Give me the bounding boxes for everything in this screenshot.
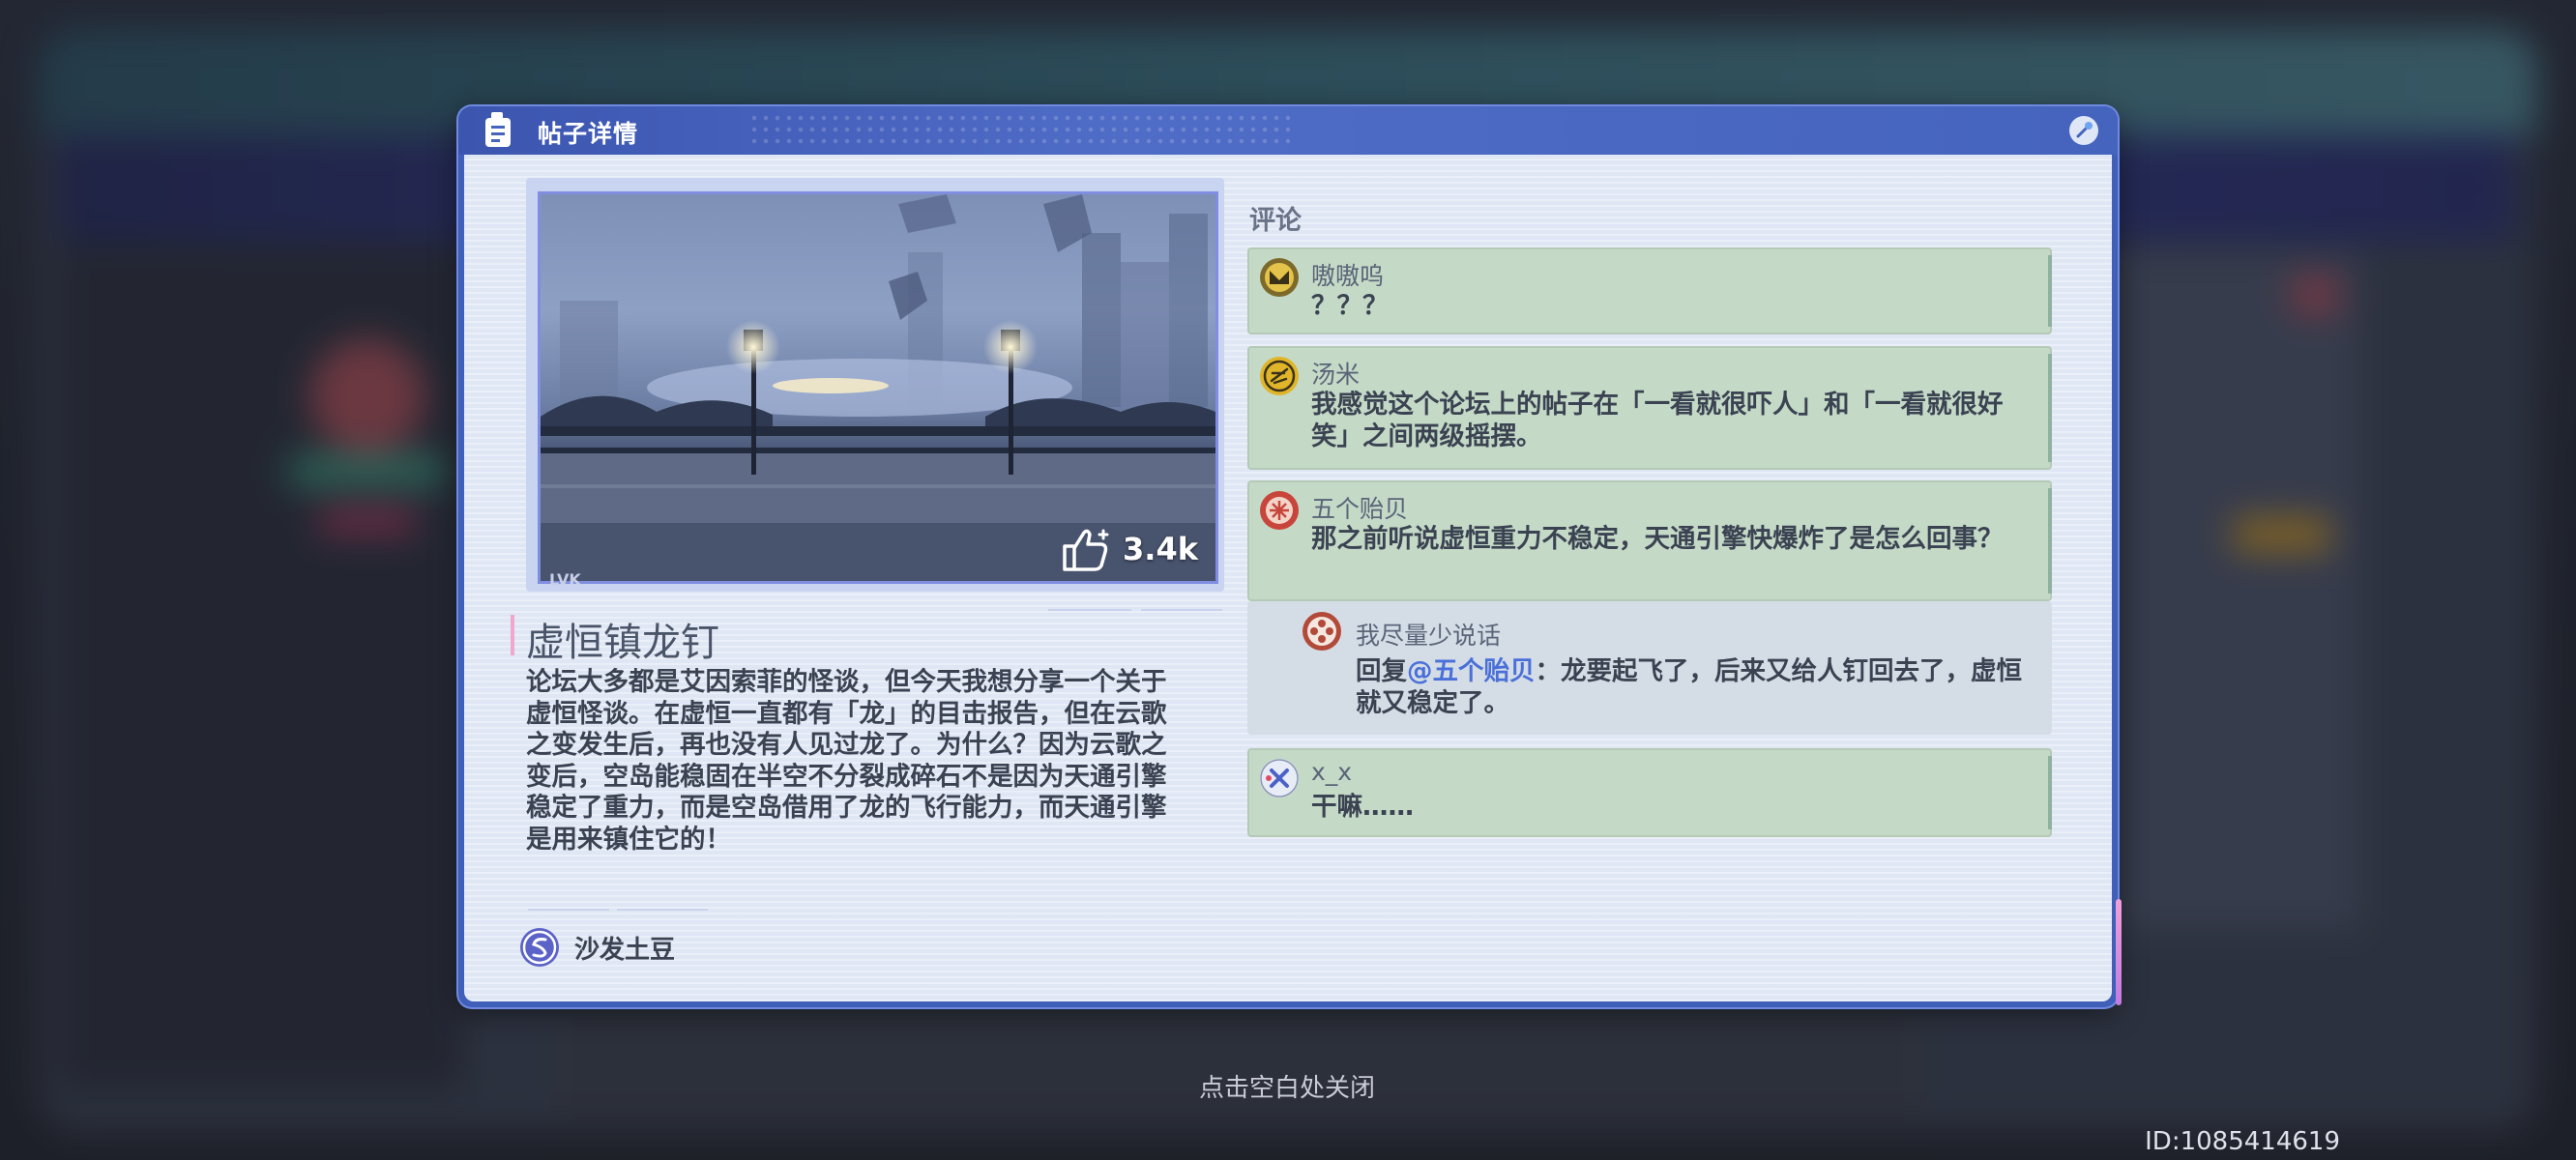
comment-username[interactable]: 汤米 <box>1311 356 1360 391</box>
like-count: 3.4k <box>1123 531 1198 567</box>
thumbs-up-icon[interactable] <box>1061 527 1113 571</box>
comment-avatar[interactable] <box>1259 356 1300 396</box>
comment-text: 那之前听说虚恒重力不稳定，天通引擎快爆炸了是怎么回事？ <box>1311 524 2004 554</box>
comment-username[interactable]: 嗷嗷呜 <box>1311 257 1384 292</box>
post-author[interactable]: 沙发土豆 <box>518 926 675 969</box>
post-title: 虚恒镇龙钉 <box>526 621 719 665</box>
author-avatar[interactable] <box>518 926 561 969</box>
comment-avatar[interactable] <box>1259 758 1300 798</box>
reply-avatar[interactable] <box>1302 611 1342 652</box>
comment-text: ？？？ <box>1311 291 1389 321</box>
comment-username[interactable]: 五个贻贝 <box>1311 490 1408 525</box>
image-tag: LVK <box>549 570 581 589</box>
comment-text: 干嘛…… <box>1311 792 1414 822</box>
close-hint: 点击空白处关闭 <box>1199 1074 1376 1103</box>
reply-username[interactable]: 我尽量少说话 <box>1356 617 1501 652</box>
post-image[interactable]: 3.4k <box>538 191 1218 584</box>
comment-avatar[interactable] <box>1259 490 1300 531</box>
dialog-title: 帖子详情 <box>538 120 639 148</box>
reply-text: 回复@五个贻贝：龙要起飞了，后来又给人钉回去了，虚恒就又稳定了。 <box>1356 655 2033 719</box>
user-id-label: ID:1085414619 <box>2145 1127 2340 1156</box>
comment-item[interactable]: x_x 干嘛…… <box>1247 748 2052 837</box>
street-scene-illustration <box>541 194 1215 581</box>
like-badge[interactable]: 3.4k <box>1061 527 1198 571</box>
reply-mention[interactable]: @五个贻贝 <box>1407 656 1536 686</box>
comments-heading: 评论 <box>1249 206 1302 236</box>
author-name: 沙发土豆 <box>574 935 676 965</box>
post-document-icon <box>485 112 511 147</box>
comment-username[interactable]: x_x <box>1311 758 1352 786</box>
post-content: 论坛大多都是艾因索菲的怪谈，但今天我想分享一个关于虚恒怪谈。在虚恒一直都有「龙」… <box>526 667 1167 855</box>
comment-avatar[interactable] <box>1259 257 1300 298</box>
reply-prefix: 回复 <box>1356 656 1407 686</box>
title-accent-bar <box>511 615 514 655</box>
comment-item[interactable]: 五个贻贝 那之前听说虚恒重力不稳定，天通引擎快爆炸了是怎么回事？ <box>1247 480 2052 601</box>
comment-reply[interactable]: 我尽量少说话 回复@五个贻贝：龙要起飞了，后来又给人钉回去了，虚恒就又稳定了。 <box>1247 601 2052 735</box>
close-icon[interactable] <box>2067 114 2100 147</box>
comment-item[interactable]: 嗷嗷呜 ？？？ <box>1247 247 2052 334</box>
comment-item[interactable]: 汤米 我感觉这个论坛上的帖子在「一看就很吓人」和「一看就很好笑」之间两级摇摆。 <box>1247 346 2052 470</box>
comment-text: 我感觉这个论坛上的帖子在「一看就很吓人」和「一看就很好笑」之间两级摇摆。 <box>1311 390 2004 451</box>
dialog-header: 帖子详情 <box>458 106 2118 155</box>
